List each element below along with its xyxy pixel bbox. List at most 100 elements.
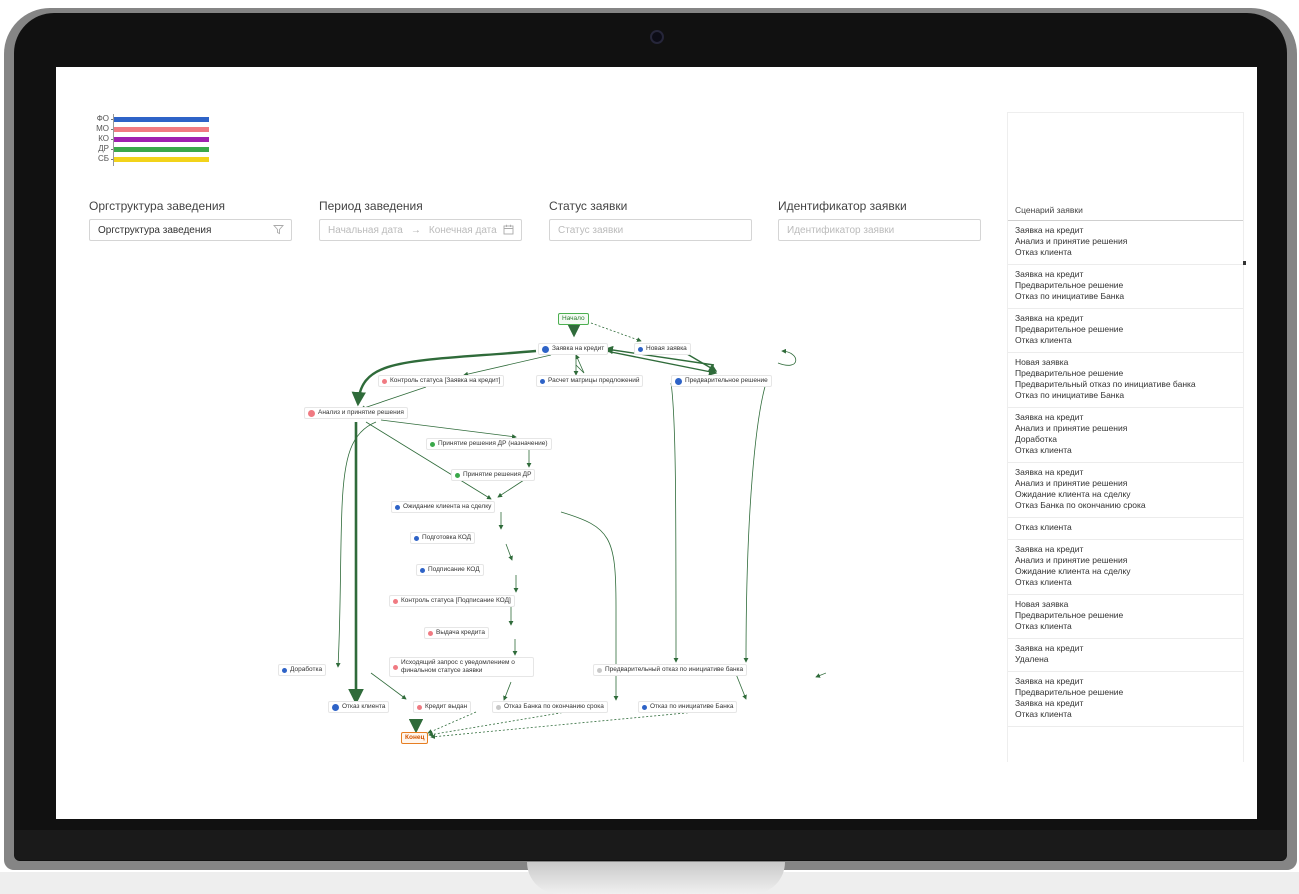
node-label: Исходящий запрос с уведомлением о финаль… [401,659,515,674]
scenario-step: Анализ и принятие решения [1015,555,1128,565]
scenario-step: Отказ Банка по окончанию срока [1015,500,1146,510]
node-label: Подписание КОД [428,566,480,573]
node-waiting-client[interactable]: Ожидание клиента на сделку [391,501,496,513]
node-dr-decision[interactable]: Принятие решения ДР [451,469,536,481]
node-preliminary-decision[interactable]: Предварительное решение [671,375,772,387]
edge [380,419,517,439]
role-dot [597,667,602,673]
scenario-item[interactable]: Новая заявка Предварительное решение Отказ… [1008,595,1243,639]
scenario-step: Отказ клиента [1015,247,1072,257]
period-filter-title: Период заведения [319,199,423,213]
legend-item-mo: МО [89,124,209,134]
scenario-step: Заявка на кредит [1015,412,1084,422]
node-label: Расчет матрицы предложений [548,377,640,384]
scenario-step: Предварительное решение [1015,368,1124,378]
scenario-item[interactable]: Отказ клиента [1008,518,1243,540]
node-status-control-request[interactable]: Контроль статуса [Заявка на кредит] [378,375,505,387]
node-bank-refusal-timeout[interactable]: Отказ Банка по окончанию срока [492,701,608,713]
node-credit-request[interactable]: Заявка на кредит [538,343,609,355]
role-legend: ФО МО КО ДР СБ [89,114,209,166]
scenario-step: Заявка на кредит [1015,269,1084,279]
role-dot [417,704,422,710]
edge [360,386,427,410]
node-dr-decision-assign[interactable]: Принятие решения ДР (назначение) [426,438,552,450]
scenario-item[interactable]: Заявка на кредит Предварительное решение О… [1008,309,1243,353]
scenario-step: Предварительное решение [1015,324,1124,334]
start-node[interactable]: Начало [558,313,589,325]
node-label: Отказ клиента [342,703,386,710]
edge [497,479,525,498]
scenario-item[interactable]: Заявка на кредит Предварительное решение О… [1008,265,1243,309]
node-client-refusal[interactable]: Отказ клиента [328,701,390,713]
node-label: Заявка на кредит [552,345,605,352]
edge [735,673,747,700]
monitor-stand [527,862,785,894]
scrollbar-thumb[interactable] [1243,261,1246,265]
status-input[interactable]: Статус заявки [549,219,752,241]
scenario-step: Ожидание клиента на сделку [1015,489,1131,499]
role-dot [393,598,398,604]
edge [505,543,513,561]
scenario-step: Заявка на кредит [1015,225,1084,235]
period-range-picker[interactable]: Начальная дата → Конечная дата [319,219,522,241]
legend-label: ДР [98,144,109,153]
node-analysis-decision[interactable]: Анализ и принятие решения [304,407,408,419]
id-input[interactable]: Идентификатор заявки [778,219,981,241]
process-diagram: Начало Заявка на кредит Новая заявка Кон… [266,307,826,752]
end-date-input[interactable]: Конечная дата [429,225,497,236]
id-input-placeholder: Идентификатор заявки [787,224,895,236]
node-kod-signing[interactable]: Подписание КОД [416,564,484,576]
id-filter: Идентификатор заявки Идентификатор заявк… [778,198,981,241]
scenario-item[interactable]: Новая заявка Предварительное решение Предв… [1008,353,1243,408]
scenario-step: Отказ по инициативе Банка [1015,390,1125,400]
scenario-item[interactable]: Заявка на кредит Предварительное решение З… [1008,672,1243,727]
node-outgoing-request[interactable]: Исходящий запрос с уведомлением о финаль… [389,657,534,677]
legend-item-ko: КО [89,134,209,144]
scenario-step: Отказ клиента [1015,522,1072,532]
org-select-value: Оргструктура заведения [98,224,212,236]
node-label: Ожидание клиента на сделку [403,503,492,510]
legend-bar [114,116,209,122]
scenario-step: Предварительное решение [1015,610,1124,620]
node-new-request[interactable]: Новая заявка [634,343,691,355]
scenario-item[interactable]: Заявка на кредит Анализ и принятие решени… [1008,540,1243,595]
scenario-step: Отказ клиента [1015,621,1072,631]
start-date-input[interactable]: Начальная дата [328,225,403,236]
edge [341,425,386,727]
node-offer-matrix[interactable]: Расчет матрицы предложений [536,375,644,387]
node-status-control-kod[interactable]: Контроль статуса [Подписание КОД] [389,595,515,607]
scenario-item[interactable]: Заявка на кредит Удалена [1008,639,1243,672]
role-dot [642,704,647,710]
status-input-placeholder: Статус заявки [558,224,624,236]
node-credit-issue[interactable]: Выдача кредита [424,627,489,639]
scenario-step: Отказ по инициативе Банка [1015,291,1125,301]
scenario-step: Ожидание клиента на сделку [1015,566,1131,576]
node-prelim-bank-refusal[interactable]: Предварительный отказ по инициативе банк… [593,664,748,676]
scenario-step: Отказ клиента [1015,709,1072,719]
node-bank-refusal[interactable]: Отказ по инициативе Банка [638,701,738,713]
filter-icon[interactable] [273,224,284,238]
end-node[interactable]: Конец [401,732,429,744]
edge [777,348,797,366]
node-label: Контроль статуса [Заявка на кредит] [390,377,501,384]
edge [463,354,552,377]
scenario-step: Предварительное решение [1015,280,1124,290]
scenario-item[interactable]: Заявка на кредит Анализ и принятие решени… [1008,221,1243,265]
legend-item-sb: СБ [89,154,209,164]
node-label: Предварительное решение [685,377,768,384]
scenario-item[interactable]: Заявка на кредит Анализ и принятие решени… [1008,408,1243,463]
edge [427,711,477,734]
org-select[interactable]: Оргструктура заведения [89,219,292,241]
scenario-item[interactable]: Заявка на кредит Анализ и принятие решени… [1008,463,1243,518]
node-kod-preparation[interactable]: Подготовка КОД [410,532,476,544]
node-credit-issued[interactable]: Кредит выдан [413,701,472,713]
role-dot [382,378,387,384]
scenario-step: Анализ и принятие решения [1015,478,1128,488]
edge [670,382,679,663]
node-label: Контроль статуса [Подписание КОД] [401,597,511,604]
node-label: Отказ по инициативе Банка [650,703,734,710]
scenario-step: Новая заявка [1015,599,1069,609]
calendar-icon[interactable] [503,224,514,238]
node-rework[interactable]: Доработка [278,664,327,676]
scenario-list[interactable]: Заявка на кредит Анализ и принятие решени… [1008,221,1243,727]
